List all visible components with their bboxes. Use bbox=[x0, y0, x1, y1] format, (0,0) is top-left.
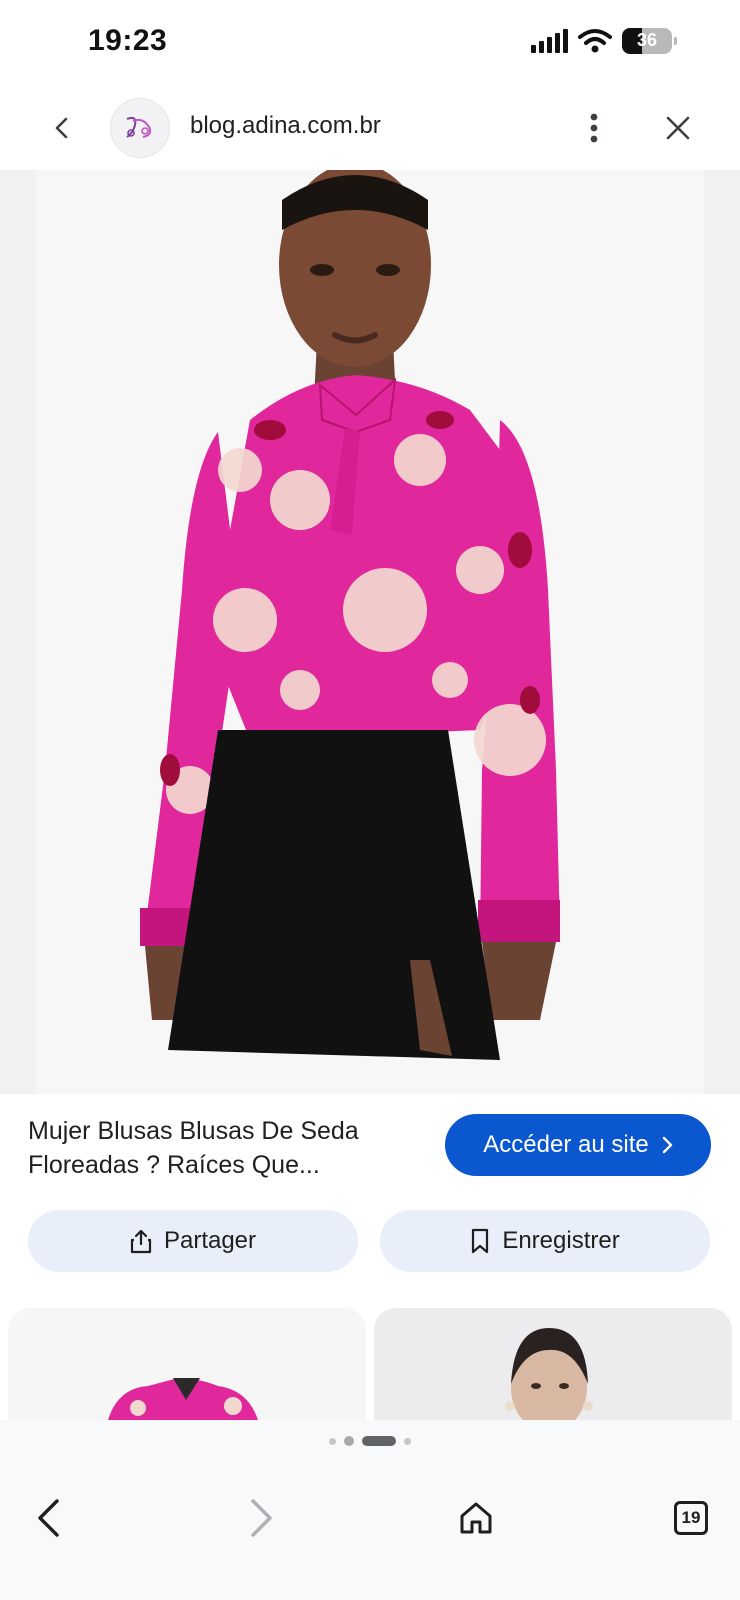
share-icon bbox=[130, 1229, 152, 1254]
tabs-button[interactable]: 19 bbox=[663, 1490, 719, 1546]
close-button[interactable] bbox=[658, 108, 698, 148]
related-image-1[interactable] bbox=[8, 1308, 366, 1420]
nav-forward-button[interactable] bbox=[234, 1490, 290, 1546]
signal-icon bbox=[531, 29, 568, 53]
battery-icon: 36 bbox=[622, 28, 677, 54]
related-image-2-photo bbox=[505, 1328, 593, 1420]
status-icons: 36 bbox=[531, 28, 677, 54]
status-bar: 19:23 36 bbox=[0, 0, 740, 88]
nav-forward-icon bbox=[251, 1499, 272, 1537]
result-title[interactable]: Mujer Blusas Blusas De Seda Floreadas ? … bbox=[28, 1114, 418, 1182]
visit-site-button[interactable]: Accéder au site bbox=[445, 1114, 711, 1176]
pagination-dots bbox=[0, 1436, 740, 1446]
home-icon bbox=[460, 1502, 492, 1534]
home-button[interactable] bbox=[448, 1490, 504, 1546]
nav-back-icon bbox=[38, 1499, 59, 1537]
related-image-2[interactable] bbox=[374, 1308, 732, 1420]
result-image[interactable] bbox=[0, 170, 740, 1094]
bookmark-icon bbox=[472, 1228, 489, 1254]
pagination-dot bbox=[329, 1437, 336, 1445]
pagination-dot bbox=[404, 1437, 411, 1445]
tab-count: 19 bbox=[681, 1508, 701, 1527]
chevron-right-icon bbox=[662, 1136, 672, 1154]
more-vert-icon bbox=[590, 113, 598, 143]
related-image-1-photo bbox=[108, 1378, 258, 1420]
bottom-nav-bar: 19 bbox=[0, 1470, 740, 1570]
battery-level: 36 bbox=[636, 30, 658, 50]
favicon-icon bbox=[126, 116, 152, 138]
site-favicon bbox=[110, 98, 170, 158]
status-time: 19:23 bbox=[88, 24, 168, 57]
wifi-icon bbox=[578, 29, 612, 53]
tabs-icon: 19 bbox=[674, 1501, 708, 1535]
save-label: Enregistrer bbox=[502, 1227, 620, 1254]
share-button[interactable]: Partager bbox=[28, 1210, 358, 1272]
share-label: Partager bbox=[163, 1227, 257, 1254]
save-button[interactable]: Enregistrer bbox=[380, 1210, 710, 1272]
back-button[interactable] bbox=[42, 108, 82, 148]
more-options-button[interactable] bbox=[574, 108, 614, 148]
visit-site-label: Accéder au site bbox=[483, 1131, 649, 1158]
model-photo bbox=[0, 170, 740, 1094]
browser-top-bar: blog.adina.com.br bbox=[0, 88, 740, 170]
close-icon bbox=[666, 116, 690, 140]
pagination-dot-active bbox=[362, 1436, 396, 1446]
back-icon bbox=[55, 117, 68, 139]
site-url: blog.adina.com.br bbox=[190, 112, 381, 139]
pagination-dot bbox=[344, 1436, 354, 1446]
nav-back-button[interactable] bbox=[20, 1490, 76, 1546]
